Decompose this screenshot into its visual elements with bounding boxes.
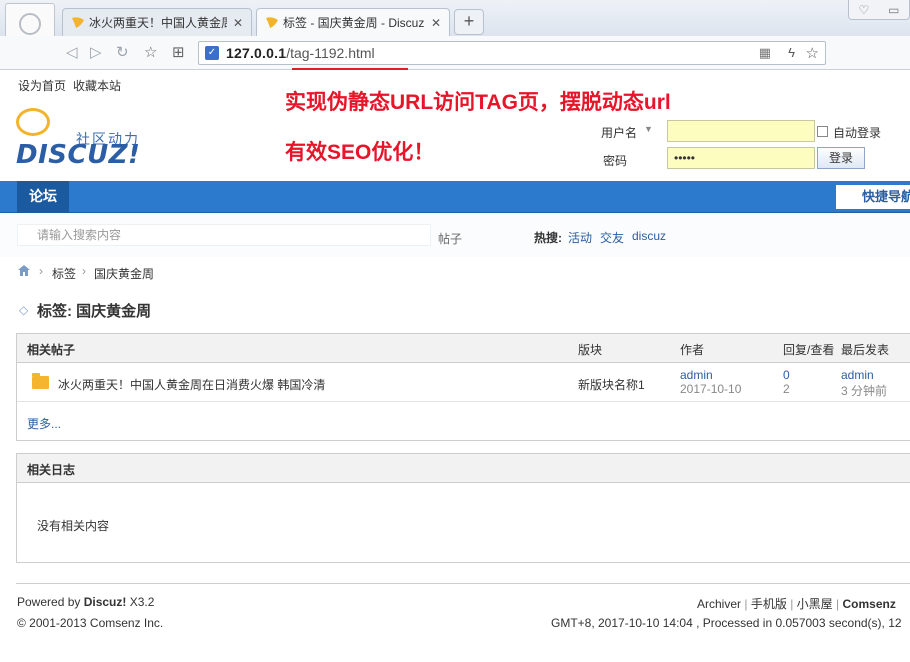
back-icon[interactable]: ◁ — [66, 45, 78, 61]
url-path: /tag-1192.html — [286, 45, 375, 61]
forward-icon[interactable]: ▷ — [90, 45, 102, 61]
close-tab-icon[interactable]: ✕ — [431, 16, 441, 30]
username-field[interactable] — [667, 120, 815, 142]
username-label: 用户名 — [601, 126, 638, 140]
thread-date: 2017-10-10 — [680, 382, 742, 396]
column-last-post: 最后发表 — [841, 343, 890, 357]
powered-by: Powered by Discuz! X3.2 — [17, 595, 154, 609]
blacklist-link[interactable]: 小黑屋 — [797, 597, 833, 611]
table-row: 冰火两重天！中国人黄金周在日消费火爆 韩国冷清 新版块名称1 admin 201… — [17, 363, 910, 402]
tab-title: 标签 - 国庆黄金周 - Discuz — [283, 16, 425, 30]
footer-links: Archiver | 手机版 | 小黑屋 | Comsenz — [697, 595, 896, 612]
discuz-favicon-icon — [266, 16, 278, 28]
favorite-star-icon[interactable]: ☆ — [806, 44, 819, 62]
footer-separator: | — [744, 597, 748, 611]
more-threads-link[interactable]: 更多... — [27, 415, 61, 432]
window-controls[interactable]: ♡ ▭ — [848, 0, 910, 20]
url-annotation-underline — [292, 68, 408, 70]
last-post-user-link[interactable]: admin — [841, 368, 874, 382]
blogs-heading: 相关日志 — [27, 463, 76, 477]
search-input[interactable]: 请输入搜索内容 — [17, 224, 431, 246]
chevron-down-icon[interactable]: ▼ — [644, 124, 653, 134]
discuz-logo-bubble-icon — [16, 108, 50, 136]
login-button[interactable]: 登录 — [817, 147, 865, 169]
column-replies-views: 回复/查看 — [783, 343, 835, 357]
comsenz-link[interactable]: Comsenz — [842, 597, 895, 611]
powered-brand-link[interactable]: Discuz! — [84, 595, 127, 609]
page-stats-text: GMT+8, 2017-10-10 14:04 , Processed in 0… — [551, 616, 902, 630]
thread-author-link[interactable]: admin — [680, 368, 713, 382]
tag-icon: ◇ — [19, 303, 29, 317]
breadcrumb-tags[interactable]: 标签 — [52, 265, 76, 282]
lightning-icon[interactable]: ϟ — [788, 45, 795, 60]
hot-search-term[interactable]: 活动 — [568, 229, 592, 246]
address-bar[interactable]: ✓ 127.0.0.1/tag-1192.html ▦ ϟ ☆ — [198, 41, 826, 65]
breadcrumb-current[interactable]: 国庆黄金周 — [94, 265, 154, 282]
browser-tab-article[interactable]: 冰火两重天！中国人黄金周 ✕ — [62, 8, 252, 36]
breadcrumb-separator: › — [82, 264, 86, 278]
powered-prefix: Powered by — [17, 595, 84, 609]
version-text: X3.2 — [126, 595, 155, 609]
mobile-link[interactable]: 手机版 — [751, 597, 787, 611]
tab-title: 冰火两重天！中国人黄金周 — [89, 16, 227, 30]
hot-search-term[interactable]: 交友 — [600, 229, 624, 246]
footer-divider — [16, 583, 910, 584]
blogs-header: 相关日志 — [17, 454, 910, 483]
footer-separator: | — [836, 597, 840, 611]
apps-grid-icon[interactable]: ⊞ — [172, 45, 185, 61]
page-title: 标签: 国庆黄金周 — [37, 303, 152, 320]
column-author: 作者 — [680, 343, 705, 357]
close-tab-icon[interactable]: ✕ — [233, 16, 243, 30]
last-post-time: 3 分钟前 — [841, 384, 888, 398]
bookmark-site-link[interactable]: 收藏本站 — [73, 77, 121, 94]
bookmark-star-icon[interactable]: ☆ — [144, 45, 157, 61]
discuz-logo[interactable]: DISCUZ! — [16, 140, 140, 170]
url-host: 127.0.0.1 — [226, 45, 287, 61]
empty-content-text: 没有相关内容 — [37, 519, 110, 533]
archiver-link[interactable]: Archiver — [697, 597, 741, 611]
copyright-text: © 2001-2013 Comsenz Inc. — [17, 616, 164, 630]
promo-headline-1: 实现伪静态URL访问TAG页，摆脱动态url — [285, 91, 671, 114]
thread-forum-link[interactable]: 新版块名称1 — [578, 376, 645, 393]
qr-code-icon[interactable]: ▦ — [759, 45, 771, 61]
tshirt-skin-icon[interactable]: ♡ — [858, 3, 869, 17]
column-forum: 版块 — [578, 343, 603, 357]
threads-heading: 相关帖子 — [27, 343, 76, 357]
related-threads-box: 相关帖子 版块 作者 回复/查看 最后发表 冰火两重天！中国人黄金周在日消费火爆… — [16, 333, 910, 441]
password-field[interactable]: ••••• — [667, 147, 815, 169]
related-blogs-box: 相关日志 没有相关内容 — [16, 453, 910, 563]
threads-header: 相关帖子 版块 作者 回复/查看 最后发表 — [17, 334, 910, 363]
thread-title-link[interactable]: 冰火两重天！中国人黄金周在日消费火爆 韩国冷清 — [58, 376, 325, 393]
password-label: 密码 — [603, 154, 628, 168]
footer-separator: | — [790, 597, 794, 611]
search-type-select[interactable]: 帖子 — [438, 230, 462, 247]
remember-me-checkbox[interactable] — [817, 126, 828, 137]
new-tab-button[interactable]: + — [454, 9, 484, 35]
hot-search-label: 热搜: — [534, 231, 562, 245]
breadcrumb-separator: › — [39, 264, 43, 278]
folder-icon — [32, 373, 49, 389]
discuz-favicon-icon — [72, 16, 84, 28]
browser-tab-tag-page[interactable]: 标签 - 国庆黄金周 - Discuz ✕ — [256, 8, 450, 36]
promo-headline-2: 有效SEO优化！ — [285, 141, 435, 164]
set-homepage-link[interactable]: 设为首页 — [18, 77, 66, 94]
thread-reply-count: 0 — [783, 368, 790, 382]
nav-forum-tab[interactable]: 论坛 — [17, 181, 69, 213]
search-row: 请输入搜索内容 帖子 热搜: 活动 交友 discuz — [0, 213, 910, 257]
browser-toolbar: ◁ ▷ ↻ ☆ ⊞ ✓ 127.0.0.1/tag-1192.html ▦ ϟ … — [0, 36, 910, 70]
hot-search-term[interactable]: discuz — [632, 229, 666, 243]
shield-icon: ✓ — [205, 46, 219, 60]
home-icon[interactable] — [18, 265, 30, 276]
main-nav: 论坛 快捷导航 — [0, 181, 910, 213]
reload-icon[interactable]: ↻ — [116, 45, 129, 61]
remember-me-label: 自动登录 — [833, 126, 882, 140]
quick-nav-button[interactable]: 快捷导航 — [836, 185, 910, 209]
minimize-icon[interactable]: ▭ — [888, 3, 899, 17]
thread-view-count: 2 — [783, 382, 790, 396]
